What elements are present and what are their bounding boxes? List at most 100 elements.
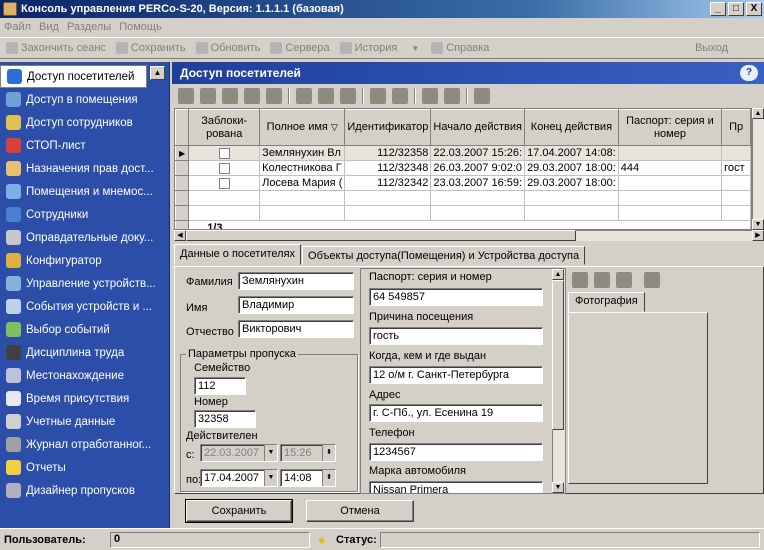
sidebar-scroll-up[interactable]: ▲ [150,66,165,80]
col-end[interactable]: Конец действия [524,109,619,146]
scroll-up-icon[interactable]: ▲ [552,269,564,280]
table-row[interactable]: ▶ Землянухин Вл 112/32358 22.03.2007 15:2… [175,145,751,161]
scroll-right-icon[interactable]: ▶ [752,230,764,241]
family-field[interactable]: 112 [194,377,246,395]
columns-icon[interactable] [370,88,386,104]
sidebar-item[interactable]: Выбор событий [0,318,169,341]
history-button[interactable]: История ▼ [339,42,419,54]
spinner-icon[interactable]: ⬍ [322,470,335,486]
camera-icon[interactable] [594,272,610,288]
sidebar-item[interactable]: Время присутствия [0,387,169,410]
sidebar-item[interactable]: Назначения прав дост... [0,157,169,180]
end-session-button[interactable]: Закончить сеанс [6,42,106,54]
rename-icon[interactable] [200,88,216,104]
scroll-left-icon[interactable]: ◀ [174,230,186,241]
menu-file[interactable]: Файл [0,21,35,33]
picture-icon[interactable] [644,272,660,288]
save-button[interactable]: Сохранить [185,499,293,523]
sidebar-item[interactable]: Конфигуратор [0,249,169,272]
scroll-up-icon[interactable]: ▲ [752,108,764,119]
print-icon[interactable] [422,88,438,104]
details-scrollbar[interactable]: ▲ ▼ [552,269,565,493]
blocked-checkbox[interactable] [218,147,230,159]
blocked-checkbox[interactable] [218,177,230,189]
sidebar-item[interactable]: Дизайнер пропусков [0,479,169,502]
users-icon[interactable] [244,88,260,104]
sidebar-item[interactable]: СТОП-лист [0,134,169,157]
sidebar-item[interactable]: Дисциплина труда [0,341,169,364]
passport-field[interactable]: 64 549857 [369,288,543,306]
copy-icon[interactable] [222,88,238,104]
col-identifier[interactable]: Идентификатор [344,109,432,146]
chevron-down-icon[interactable]: ▼ [411,44,419,53]
from-time-field[interactable]: 15:26 ⬍ [280,444,336,462]
sidebar-item[interactable]: События устройств и ... [0,295,169,318]
reason-field[interactable]: гость [369,327,543,345]
lastname-field[interactable]: Землянухин [238,272,354,290]
col-fullname[interactable]: Полное имя ▽ [259,109,346,146]
open-photo-icon[interactable] [572,272,588,288]
scroll-down-icon[interactable]: ▼ [752,219,764,230]
sidebar-item[interactable]: Доступ посетителей [0,65,147,88]
grid-vertical-scrollbar[interactable]: ▲ ▼ [752,108,764,230]
patronymic-field[interactable]: Викторович [238,320,354,338]
to-time-field[interactable]: 14:08 ⬍ [280,469,336,487]
grid-horizontal-scrollbar[interactable]: ◀ ▶ [174,230,764,241]
from-date-field[interactable]: 22.03.2007 ▼ [200,444,278,462]
menu-help[interactable]: Помощь [115,21,166,33]
sidebar-item[interactable]: Доступ сотрудников [0,111,169,134]
edit-icon[interactable] [318,88,334,104]
refresh-button[interactable]: Обновить [195,42,260,54]
table-row[interactable]: Колестникова Г 112/32348 26.03.2007 9:02:… [175,160,751,176]
sidebar-item[interactable]: Доступ в помещения [0,88,169,111]
help-button[interactable]: Справка [431,42,489,54]
col-purpose[interactable]: Пр [721,109,751,146]
sidebar-item[interactable]: Местонахождение [0,364,169,387]
servers-button[interactable]: Сервера [270,42,330,54]
cancel-button[interactable]: Отмена [306,500,414,522]
delete-photo-icon[interactable] [616,272,632,288]
table-row[interactable]: Лосева Мария (112/32342 23.03.2007 16:59… [175,175,751,191]
chevron-down-icon[interactable]: ▼ [264,445,277,461]
firstname-field[interactable]: Владимир [238,296,354,314]
excel-icon[interactable] [444,88,460,104]
tab-photo[interactable]: Фотография [568,292,645,312]
spinner-icon[interactable]: ⬍ [322,445,335,461]
card-icon[interactable] [340,88,356,104]
issued-field[interactable]: 12 о/м г. Санкт-Петербурга [369,366,543,384]
exit-button[interactable]: Выход [695,42,728,54]
sidebar-item[interactable]: Учетные данные [0,410,169,433]
col-start[interactable]: Начало действия [430,109,526,146]
sidebar-item[interactable]: Сотрудники [0,203,169,226]
scroll-down-icon[interactable]: ▼ [552,482,564,493]
help-icon[interactable]: ? [740,65,758,81]
close-button[interactable]: X [746,2,762,16]
new-record-icon[interactable] [178,88,194,104]
sidebar-item[interactable]: Отчеты [0,456,169,479]
address-field[interactable]: г. С-Пб., ул. Есенина 19 [369,404,543,422]
menu-view[interactable]: Вид [35,21,63,33]
col-blocked[interactable]: Заблоки-рована [188,109,261,146]
tab-visitor-data[interactable]: Данные о посетителях [174,244,302,265]
blocked-checkbox[interactable] [218,162,230,174]
scroll-thumb[interactable] [552,280,564,430]
col-passport[interactable]: Паспорт: серия и номер [617,109,723,146]
maximize-button[interactable]: □ [728,2,744,16]
phone-field[interactable]: 1234567 [369,443,543,461]
car-field[interactable]: Nissan Primera [369,481,543,493]
number-field[interactable]: 32358 [194,410,256,428]
lightning-icon[interactable] [474,88,490,104]
minimize-button[interactable]: _ [710,2,726,16]
sidebar-item[interactable]: Оправдательные доку... [0,226,169,249]
to-date-field[interactable]: 17.04.2007 ▼ [200,469,278,487]
view-icon[interactable] [392,88,408,104]
chevron-down-icon[interactable]: ▼ [264,470,277,486]
menu-sections[interactable]: Разделы [63,21,115,33]
sidebar-item[interactable]: Помещения и мнемос... [0,180,169,203]
import-icon[interactable] [266,88,282,104]
scroll-thumb[interactable] [186,230,576,241]
sidebar-item[interactable]: Журнал отработанног... [0,433,169,456]
sidebar-item[interactable]: Управление устройств... [0,272,169,295]
tab-access-objects[interactable]: Объекты доступа(Помещения) и Устройства … [302,246,586,265]
delete-icon[interactable] [296,88,312,104]
